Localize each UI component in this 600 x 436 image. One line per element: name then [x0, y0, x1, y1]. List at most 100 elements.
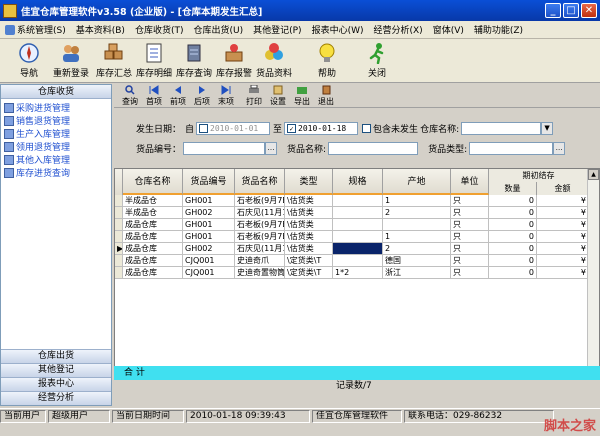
- table-cell[interactable]: [383, 219, 451, 231]
- stock-detail-button[interactable]: 库存明细: [134, 40, 174, 82]
- table-cell[interactable]: [333, 231, 383, 243]
- goods-data-button[interactable]: 货品资料: [254, 40, 294, 82]
- table-cell[interactable]: [333, 207, 383, 219]
- menu-shipping[interactable]: 仓库出货(U): [188, 22, 248, 38]
- stock-alert-button[interactable]: 库存报警: [214, 40, 254, 82]
- table-cell[interactable]: CJQ001: [183, 267, 235, 279]
- col-type[interactable]: 类型: [285, 169, 333, 195]
- date-to-field[interactable]: ✓ 2010-01-18: [284, 122, 359, 135]
- table-cell[interactable]: 只: [451, 255, 489, 267]
- table-cell[interactable]: ¥: [537, 231, 589, 243]
- nav-production-in[interactable]: 生产入库管理: [4, 127, 108, 140]
- nav-category-other[interactable]: 其他登记: [1, 363, 111, 377]
- row-indicator[interactable]: [115, 195, 123, 207]
- table-cell[interactable]: 只: [451, 231, 489, 243]
- table-cell[interactable]: 石老板(9月7E: [235, 195, 285, 207]
- nav-category-shipping[interactable]: 仓库出货: [1, 349, 111, 363]
- table-cell[interactable]: 成品仓库: [123, 231, 183, 243]
- close-app-button[interactable]: 关闭: [354, 40, 400, 82]
- table-cell[interactable]: 0: [489, 267, 537, 279]
- table-cell[interactable]: 1: [383, 231, 451, 243]
- table-cell[interactable]: GH001: [183, 219, 235, 231]
- nav-header-receiving[interactable]: 仓库收货: [1, 85, 111, 99]
- date-from-field[interactable]: 2010-01-01: [196, 122, 271, 135]
- table-cell[interactable]: CJQ001: [183, 255, 235, 267]
- table-cell[interactable]: ¥: [537, 255, 589, 267]
- relogin-button[interactable]: 重新登录: [48, 40, 94, 82]
- nav-other-in[interactable]: 其他入库管理: [4, 153, 108, 166]
- goods-name-input[interactable]: [328, 142, 419, 155]
- table-cell[interactable]: 成品仓库: [123, 255, 183, 267]
- nav-requisition-return[interactable]: 领用退货管理: [4, 140, 108, 153]
- date-from-checkbox[interactable]: [199, 124, 209, 133]
- table-cell[interactable]: 只: [451, 219, 489, 231]
- menu-reports[interactable]: 报表中心(W): [307, 22, 369, 38]
- row-indicator[interactable]: ▶: [115, 243, 123, 255]
- maximize-button[interactable]: □: [563, 3, 579, 18]
- table-cell[interactable]: 石庆见(11月1: [235, 207, 285, 219]
- col-name[interactable]: 货品名称: [235, 169, 285, 195]
- table-cell[interactable]: GH001: [183, 231, 235, 243]
- table-cell[interactable]: 成品仓库: [123, 267, 183, 279]
- table-cell[interactable]: 半成品仓: [123, 195, 183, 207]
- table-row[interactable]: 半成品仓 GH001 石老板(9月7E \估货类 1 只 0 ¥: [115, 195, 599, 207]
- menu-system[interactable]: 系统管理(S): [0, 22, 71, 38]
- table-row[interactable]: 成品仓库 GH001 石老板(9月7E \估货类 1 只 0 ¥: [115, 231, 599, 243]
- goods-type-browse-button[interactable]: …: [553, 142, 566, 155]
- goods-code-browse-button[interactable]: …: [265, 142, 278, 155]
- col-amount[interactable]: 金额: [537, 182, 589, 195]
- menu-receiving[interactable]: 仓库收货(T): [130, 22, 189, 38]
- nav-sales-return[interactable]: 销售退货管理: [4, 114, 108, 127]
- table-cell[interactable]: [333, 219, 383, 231]
- table-cell[interactable]: \估货类: [285, 231, 333, 243]
- goods-type-input[interactable]: [469, 142, 554, 155]
- col-code[interactable]: 货品编号: [183, 169, 235, 195]
- settings-button[interactable]: 设置: [266, 85, 290, 107]
- warehouse-dropdown-icon[interactable]: ▼: [541, 122, 554, 135]
- menu-analysis[interactable]: 经营分析(X): [368, 22, 427, 38]
- table-cell[interactable]: ¥: [537, 243, 589, 255]
- table-cell[interactable]: ¥: [537, 195, 589, 207]
- table-cell[interactable]: [333, 243, 383, 255]
- row-indicator[interactable]: [115, 207, 123, 219]
- table-cell[interactable]: 半成品仓: [123, 207, 183, 219]
- table-cell[interactable]: 石老板(9月7E: [235, 219, 285, 231]
- menu-other[interactable]: 其他登记(P): [248, 22, 306, 38]
- table-cell[interactable]: \估货类: [285, 243, 333, 255]
- table-cell[interactable]: \估货类: [285, 195, 333, 207]
- table-cell[interactable]: \估货类: [285, 207, 333, 219]
- table-cell[interactable]: ¥: [537, 267, 589, 279]
- table-cell[interactable]: 成品仓库: [123, 219, 183, 231]
- date-to-checkbox[interactable]: ✓: [287, 124, 297, 133]
- row-indicator[interactable]: [115, 231, 123, 243]
- col-warehouse[interactable]: 仓库名称: [123, 169, 183, 195]
- table-cell[interactable]: 史迪奇爪: [235, 255, 285, 267]
- first-button[interactable]: 首项: [142, 84, 166, 107]
- navigate-button[interactable]: 导航: [10, 40, 48, 82]
- help-button[interactable]: 帮助: [304, 40, 350, 82]
- table-cell[interactable]: \定货类\T: [285, 267, 333, 279]
- table-cell[interactable]: 成品仓库: [123, 243, 183, 255]
- col-qty[interactable]: 数量: [489, 182, 537, 195]
- table-row[interactable]: ▶ 成品仓库 GH002 石庆见(11月1 \估货类 2 只 0 ¥: [115, 243, 599, 255]
- col-unit[interactable]: 单位: [451, 169, 489, 195]
- row-indicator[interactable]: [115, 255, 123, 267]
- table-cell[interactable]: 0: [489, 231, 537, 243]
- table-cell[interactable]: 只: [451, 195, 489, 207]
- menu-basic-data[interactable]: 基本资料(B): [71, 22, 130, 38]
- table-cell[interactable]: GH002: [183, 243, 235, 255]
- table-cell[interactable]: 史迪奇置物筒: [235, 267, 285, 279]
- table-cell[interactable]: 1: [383, 195, 451, 207]
- table-cell[interactable]: 2: [383, 243, 451, 255]
- table-cell[interactable]: 0: [489, 243, 537, 255]
- table-cell[interactable]: 0: [489, 195, 537, 207]
- minimize-button[interactable]: _: [545, 3, 561, 18]
- query-button[interactable]: 查询: [118, 84, 142, 107]
- grid-vertical-scrollbar[interactable]: ▲: [587, 169, 599, 373]
- table-cell[interactable]: GH001: [183, 195, 235, 207]
- table-cell[interactable]: ¥: [537, 219, 589, 231]
- table-cell[interactable]: 只: [451, 207, 489, 219]
- row-indicator[interactable]: [115, 267, 123, 279]
- next-button[interactable]: 后项: [190, 85, 214, 107]
- last-button[interactable]: 末项: [214, 84, 238, 107]
